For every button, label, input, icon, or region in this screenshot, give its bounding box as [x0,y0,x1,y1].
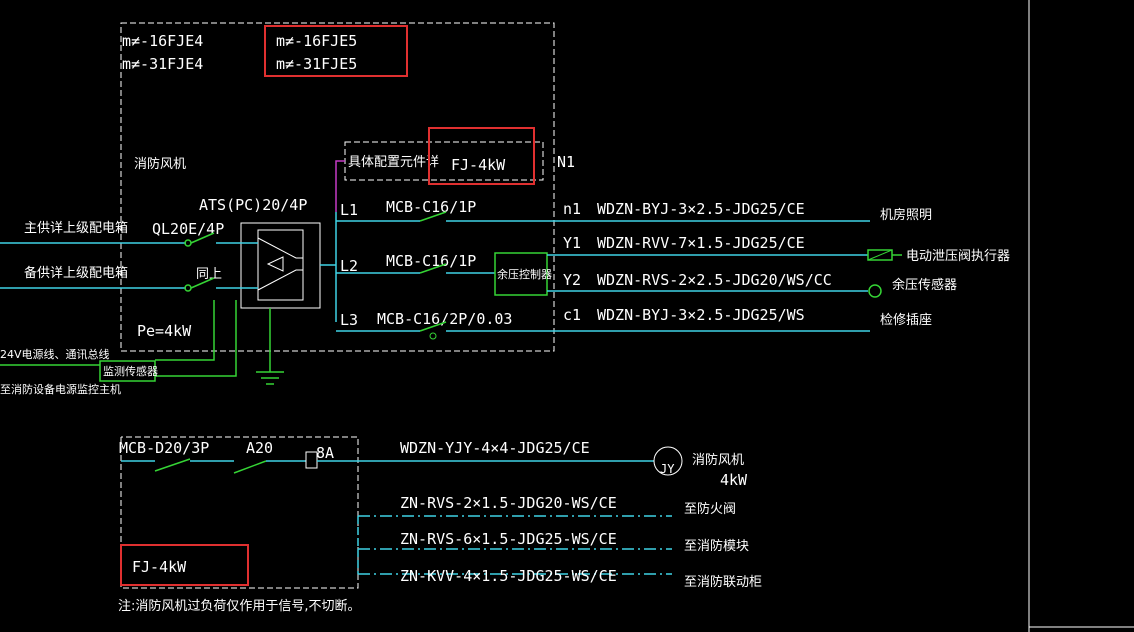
ats-box [240,222,321,309]
control-line-3-cable: ZN-KVV-4×1.5-JDG25-WS/CE [400,567,617,585]
ql-label: QL20E/4P [152,220,224,238]
control-line-1-cable: ZN-RVS-2×1.5-JDG20-WS/CE [400,494,617,512]
motor-name: 消防风机 [692,452,744,468]
monitor-target: 至消防设备电源监控主机 [0,382,121,396]
valve-actuator-icon-line [867,249,893,261]
circuit-5-breaker: MCB-C16/2P/0.03 [377,310,512,328]
circuit-4-id: Y2 [563,271,581,289]
config-model: FJ-4kW [451,156,506,174]
circuit-1-cable: WDZN-BYJ-3×2.5-JDG25/CE [597,200,805,218]
circuit-5-phase: L3 [340,311,358,329]
lower-breaker-label: MCB-D20/3P [119,439,209,457]
circuit-5-id: c1 [563,306,581,324]
lower-relay-label: 8A [316,444,334,462]
control-line-2-target: 至消防模块 [684,538,749,554]
motor-power: 4kW [720,471,748,489]
circuit-5-load: 检修插座 [880,313,932,328]
pressure-sensor-icon [868,284,882,298]
control-line-1-target: 至防火阀 [684,501,736,517]
circuit-4-cable: WDZN-RVS-2×2.5-JDG20/WS/CC [597,271,832,289]
circuit-1-phase: L1 [340,201,358,219]
lower-note: 注:消防风机过负荷仅作用于信号,不切断。 [118,598,361,614]
motor-symbol: JY [660,462,675,476]
ats-switch-top [257,237,303,259]
panel-code-left-1: m≠-16FJE4 [122,32,203,50]
main-feed-label: 主供详上级配电箱 [24,220,128,236]
motor-cable: WDZN-YJY-4×4-JDG25/CE [400,439,590,457]
pressure-controller-label: 余压控制器 [497,267,552,281]
config-note: 具体配置元件详 [348,155,439,170]
circuit-5-rcd [429,332,437,340]
ats-inner [257,229,304,301]
panel-code-left-2: m≠-31FJE4 [122,55,203,73]
circuit-3-id: Y1 [563,234,581,252]
bus-note: 24V电源线、通讯总线 [0,347,110,361]
circuit-1-breaker: MCB-C16/1P [386,198,476,216]
lower-breaker-switch [154,458,191,472]
circuit-5-cable: WDZN-BYJ-3×2.5-JDG25/WS [597,306,805,324]
lower-model: FJ-4kW [132,558,187,576]
electrical-schematic: m≠-16FJE4 m≠-31FJE4 m≠-16FJE5 m≠-31FJE5 … [0,0,1134,632]
circuit-3-cable: WDZN-RVV-7×1.5-JDG25/CE [597,234,805,252]
panel-name: 消防风机 [134,156,186,172]
monitor-sensor-label: 监测传感器 [103,365,158,378]
lower-contactor-label: A20 [246,439,273,457]
circuit-3-load: 电动泄压阀执行器 [906,249,1010,264]
circuit-1-id: n1 [563,200,581,218]
control-line-3-target: 至消防联动柜 [684,574,762,590]
power-label: Pe=4kW [137,322,192,340]
circuit-1-load: 机房照明 [880,207,932,223]
ats-label: ATS(PC)20/4P [199,196,307,214]
circuit-2-breaker: MCB-C16/1P [386,252,476,270]
ats-switch-bottom [257,269,303,291]
lower-contactor-switch [233,460,267,474]
n-label: N1 [557,153,575,171]
control-line-2-cable: ZN-RVS-6×1.5-JDG25-WS/CE [400,530,617,548]
panel-code-right-1: m≠-16FJE5 [276,32,357,50]
backup-feed-label: 备供详上级配电箱 [24,265,128,281]
panel-code-right-2: m≠-31FJE5 [276,55,357,73]
circuit-4-load: 余压传感器 [892,277,957,293]
ats-triangle [266,256,284,272]
